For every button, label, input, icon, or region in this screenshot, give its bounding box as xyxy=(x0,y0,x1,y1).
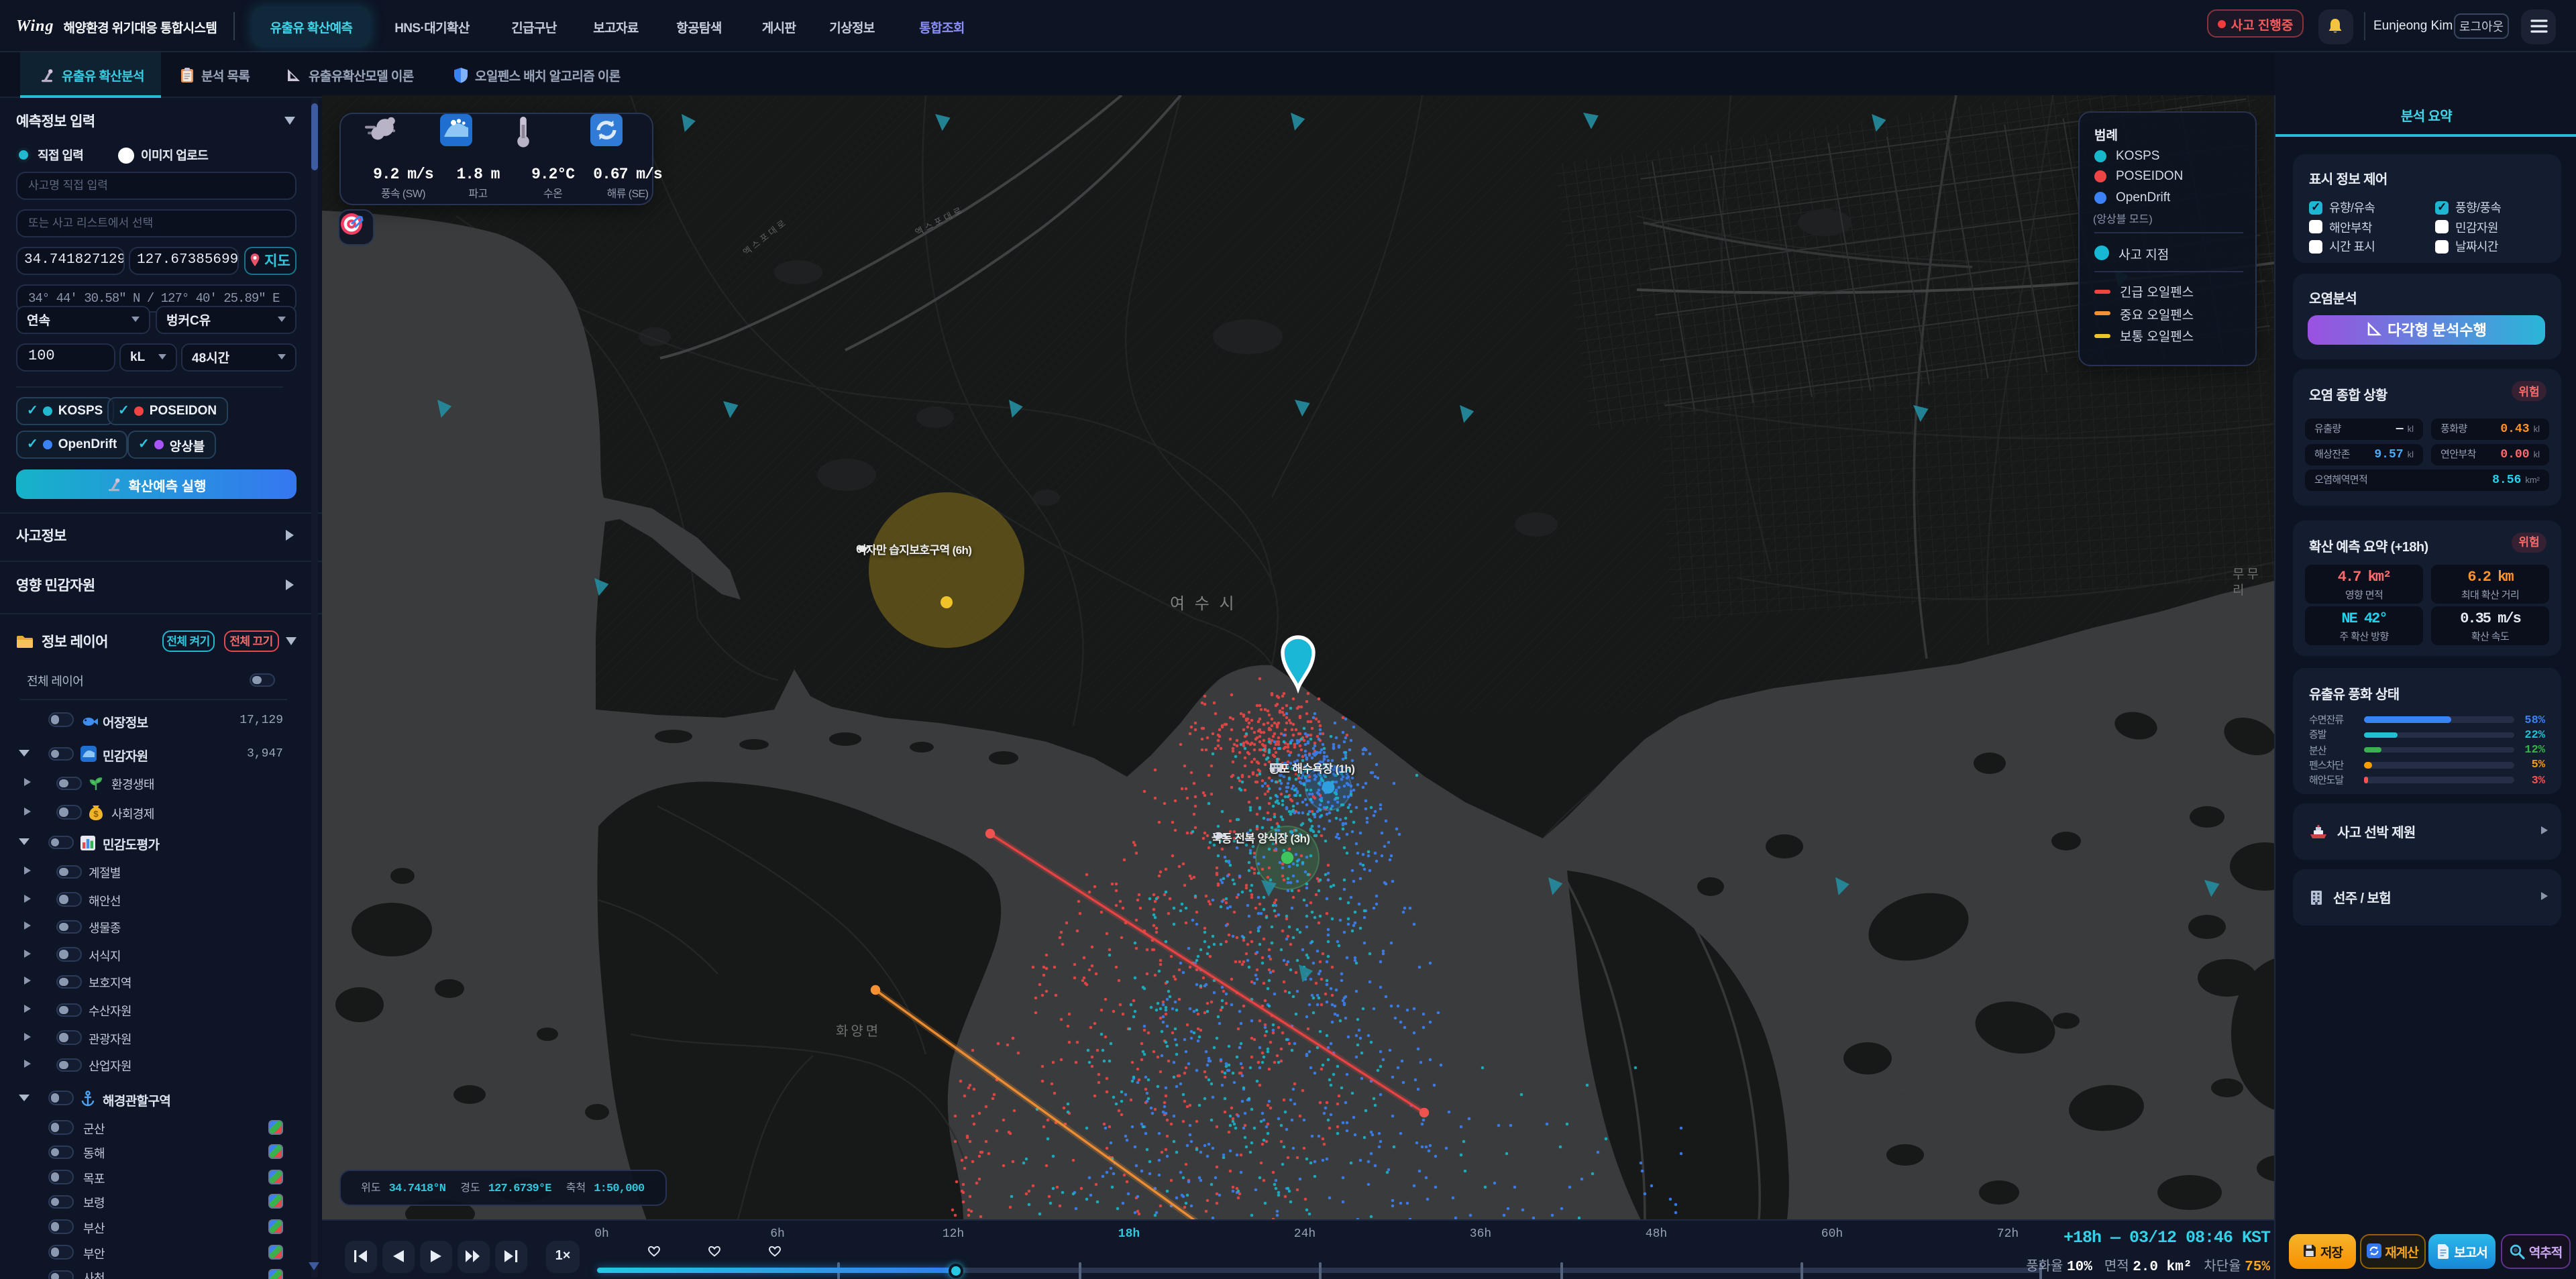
svg-text:$: $ xyxy=(93,808,99,818)
